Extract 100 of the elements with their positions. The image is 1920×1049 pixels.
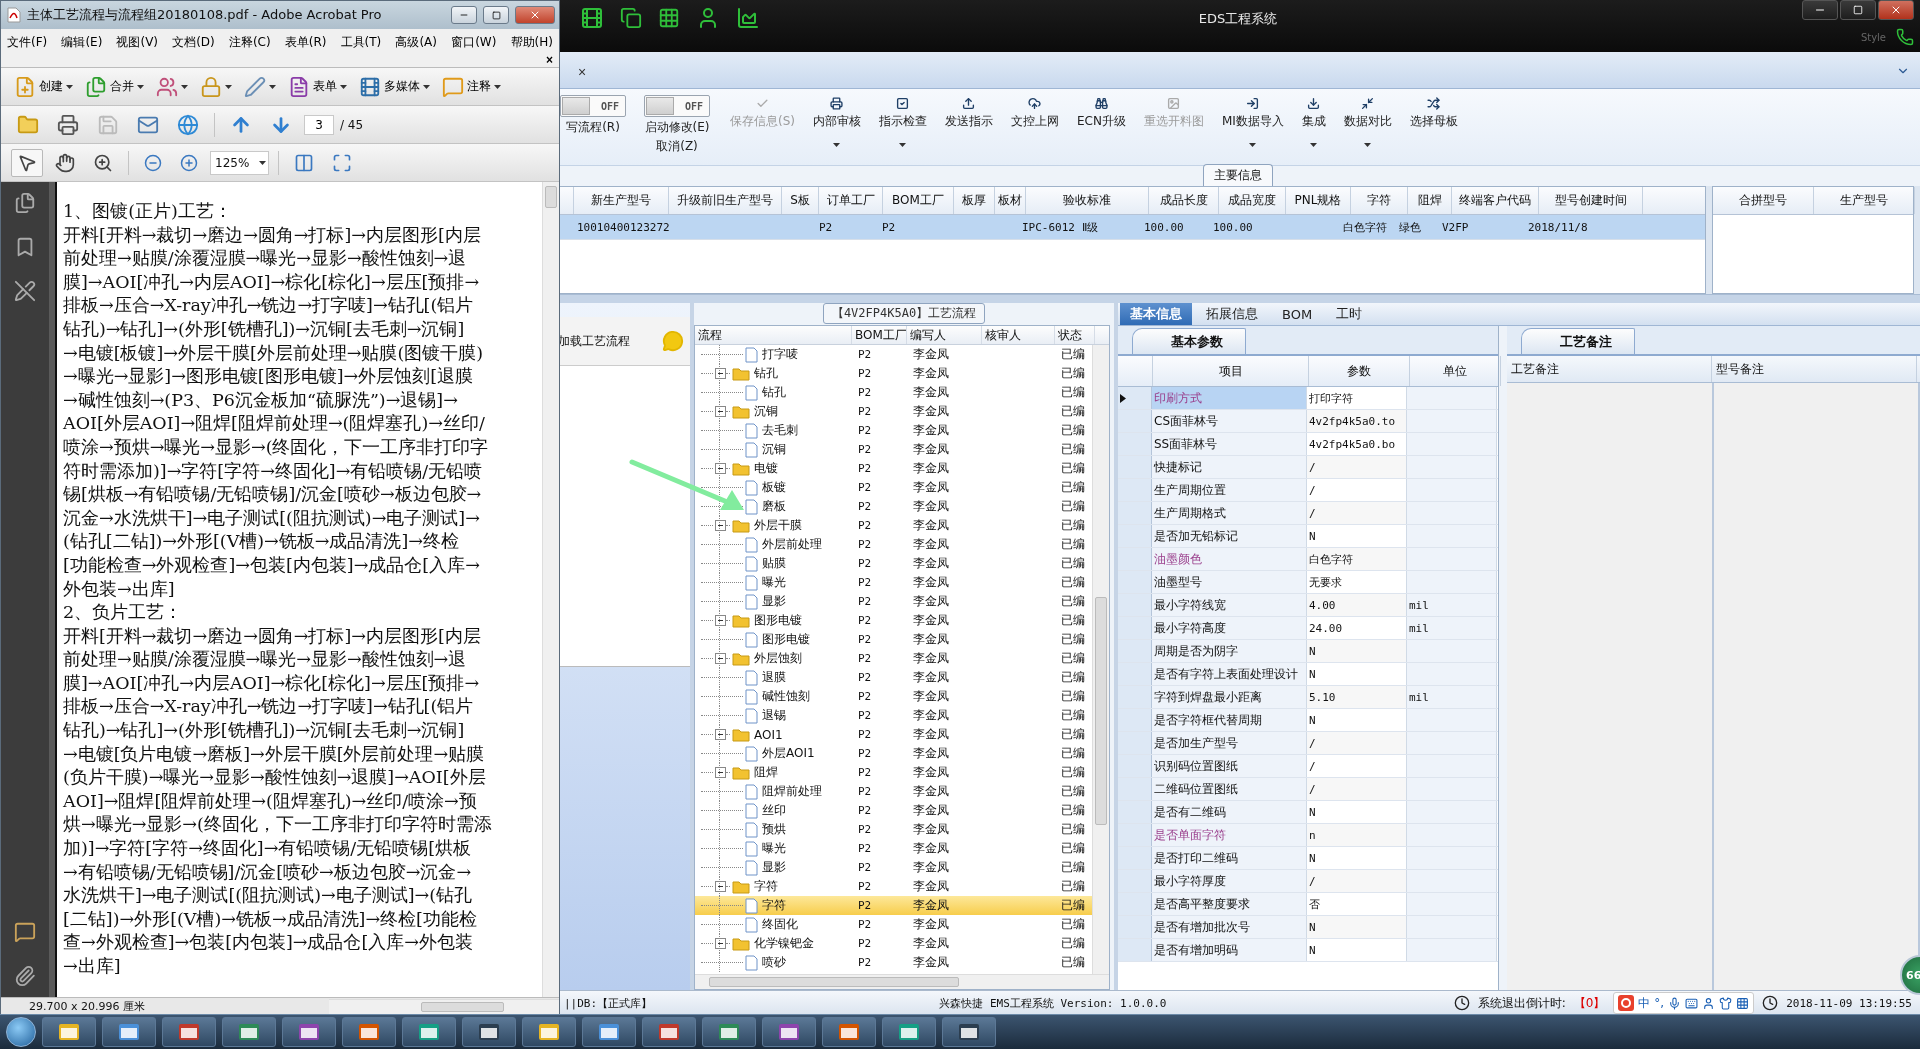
taskbar-app-button[interactable] — [162, 1017, 216, 1047]
expander-icon[interactable] — [715, 767, 726, 778]
column-header[interactable]: 验收标准 — [1026, 187, 1149, 214]
column-header[interactable]: 单位 — [1410, 356, 1501, 386]
tree-row[interactable]: 字符 P2 李金凤 已编 — [695, 896, 1092, 915]
column-header[interactable]: 编写人 — [907, 326, 982, 344]
tab-close-button[interactable]: × — [556, 64, 597, 88]
scrollbar[interactable] — [695, 974, 1109, 989]
scrollbar[interactable] — [1092, 345, 1109, 974]
column-header[interactable]: 新生产型号 — [574, 187, 669, 214]
shirt-icon[interactable] — [1719, 996, 1733, 1010]
column-header[interactable]: 合拼型号 — [1713, 187, 1814, 214]
microphone-icon[interactable] — [1668, 996, 1682, 1010]
taskbar-app-button[interactable] — [522, 1017, 576, 1047]
input-mode[interactable]: 中 — [1638, 994, 1651, 1012]
tab[interactable]: 基本信息 — [1120, 303, 1192, 325]
toolbar-button[interactable]: 集成 — [1295, 95, 1332, 149]
taskbar-app-button[interactable] — [582, 1017, 636, 1047]
toggle-switch[interactable]: OFF — [644, 95, 710, 117]
table-row[interactable]: 油墨颜色 白色字符 — [1118, 548, 1498, 571]
taskbar-app-button[interactable] — [222, 1017, 276, 1047]
expander-icon[interactable] — [715, 615, 726, 626]
taskbar-app-button[interactable] — [822, 1017, 876, 1047]
close-button[interactable] — [515, 6, 555, 24]
column-header[interactable]: 核审人 — [982, 326, 1055, 344]
row-header[interactable] — [1118, 387, 1152, 409]
scrollbar[interactable] — [329, 998, 559, 1014]
taskbar-app-button[interactable] — [942, 1017, 996, 1047]
table-row[interactable]: 油墨型号 无要求 — [1118, 571, 1498, 594]
taskbar-app-button[interactable] — [402, 1017, 456, 1047]
film-icon[interactable] — [580, 6, 604, 30]
column-header[interactable]: 项目 — [1153, 356, 1309, 386]
column-header[interactable]: 型号创建时间 — [1539, 187, 1643, 214]
tool-button[interactable] — [11, 148, 43, 177]
maximize-button[interactable] — [483, 6, 509, 24]
close-button[interactable]: × — [544, 53, 555, 67]
expander-icon[interactable] — [715, 520, 726, 531]
punctuation-mode[interactable]: °, — [1654, 996, 1665, 1010]
table-row[interactable]: 是否有增加明码 N — [1118, 939, 1498, 962]
comment-icon[interactable] — [14, 921, 36, 943]
column-header[interactable]: 终端客户代码 — [1452, 187, 1539, 214]
menu-item[interactable]: 表单(R) — [282, 33, 329, 51]
column-header[interactable]: 字符 — [1351, 187, 1408, 214]
table-row[interactable]: SS面菲林号 4v2fp4k5a0.bo — [1118, 433, 1498, 456]
toolbar-button[interactable]: 内部审核 — [807, 95, 867, 149]
menu-item[interactable]: 工具(T) — [338, 33, 384, 51]
menu-item[interactable]: 编辑(E) — [59, 33, 105, 51]
panel-tab[interactable]: 基本参数 — [1132, 328, 1246, 354]
menu-item[interactable]: 窗口(W) — [449, 33, 499, 51]
panel-tab[interactable]: 工艺备注 — [1521, 328, 1635, 354]
taskbar-app-button[interactable] — [42, 1017, 96, 1047]
toolbar-button[interactable]: 表单 — [285, 73, 350, 100]
taskbar-app-button[interactable] — [462, 1017, 516, 1047]
table-row[interactable]: 快捷标记 / — [1118, 456, 1498, 479]
table-row[interactable]: CS面菲林号 4v2fp4k5a0.to — [1118, 410, 1498, 433]
table-row[interactable]: 10010400123272 P2 P2 IPC-6012 Ⅱ级 100.00 100.00 白色字符 绿色 V2FP 2018/11/8 — [557, 215, 1705, 240]
tab[interactable]: 拓展信息 — [1196, 303, 1268, 325]
table-row[interactable]: 是否高平整度要求 否 — [1118, 893, 1498, 916]
column-header[interactable]: 工艺备注 — [1507, 356, 1712, 382]
tab[interactable]: 工时 — [1326, 303, 1373, 325]
table-row[interactable]: 是否加生产型号 / — [1118, 732, 1498, 755]
table-row[interactable]: 最小字符线宽 4.00 mil — [1118, 594, 1498, 617]
table-row[interactable]: 是否字符框代替周期 N — [1118, 709, 1498, 732]
column-header[interactable]: BOM工厂 — [883, 187, 954, 214]
paperclip-icon[interactable] — [14, 965, 36, 987]
tab[interactable]: BOM — [1272, 303, 1323, 325]
toggle-switch[interactable]: OFF — [560, 95, 626, 117]
table-row[interactable]: 生产周期格式 / — [1118, 502, 1498, 525]
expander-icon[interactable] — [715, 729, 726, 740]
menu-item[interactable]: 文档(D) — [170, 33, 217, 51]
taskbar-app-button[interactable] — [102, 1017, 156, 1047]
taskbar-app-button[interactable] — [762, 1017, 816, 1047]
column-header[interactable]: 流程 — [695, 326, 852, 344]
column-header[interactable]: BOM工厂 — [852, 326, 907, 344]
expander-icon[interactable] — [715, 406, 726, 417]
table-row[interactable]: 最小字符高度 24.00 mil — [1118, 617, 1498, 640]
minimize-button[interactable] — [451, 6, 477, 24]
taskbar-app-button[interactable] — [342, 1017, 396, 1047]
table-row[interactable]: 周期是否为阴字 N — [1118, 640, 1498, 663]
column-header[interactable]: S板 — [782, 187, 819, 214]
table-row[interactable]: 字符到焊盘最小距离 5.10 mil — [1118, 686, 1498, 709]
taskbar-app-button[interactable] — [882, 1017, 936, 1047]
toolbar-button[interactable]: 指示检查 — [873, 95, 933, 149]
table-row[interactable]: 是否单面字符 n — [1118, 824, 1498, 847]
toolbar-button[interactable]: MI数据导入 — [1215, 95, 1290, 149]
table-row[interactable]: 是否有字符上表面处理设计 N — [1118, 663, 1498, 686]
grid-icon[interactable] — [658, 7, 680, 29]
pages-icon[interactable] — [14, 192, 36, 214]
table-row[interactable]: 生产周期位置 / — [1118, 479, 1498, 502]
menu-item[interactable]: 视图(V) — [114, 33, 161, 51]
menu-item[interactable]: 帮助(H) — [508, 33, 555, 51]
column-header[interactable]: 升级前旧生产型号 — [669, 187, 782, 214]
zoom-field[interactable]: 125% — [210, 150, 269, 175]
table-row[interactable]: 识别码位置图纸 / — [1118, 755, 1498, 778]
start-button[interactable] — [6, 1017, 36, 1047]
expander-icon[interactable] — [715, 653, 726, 664]
menu-item[interactable]: 文件(F) — [5, 33, 50, 51]
table-row[interactable]: 是否有增加批次号 N — [1118, 916, 1498, 939]
column-header[interactable]: 生产型号 — [1814, 187, 1915, 214]
toolbar-button[interactable]: 数据对比 — [1337, 95, 1398, 149]
